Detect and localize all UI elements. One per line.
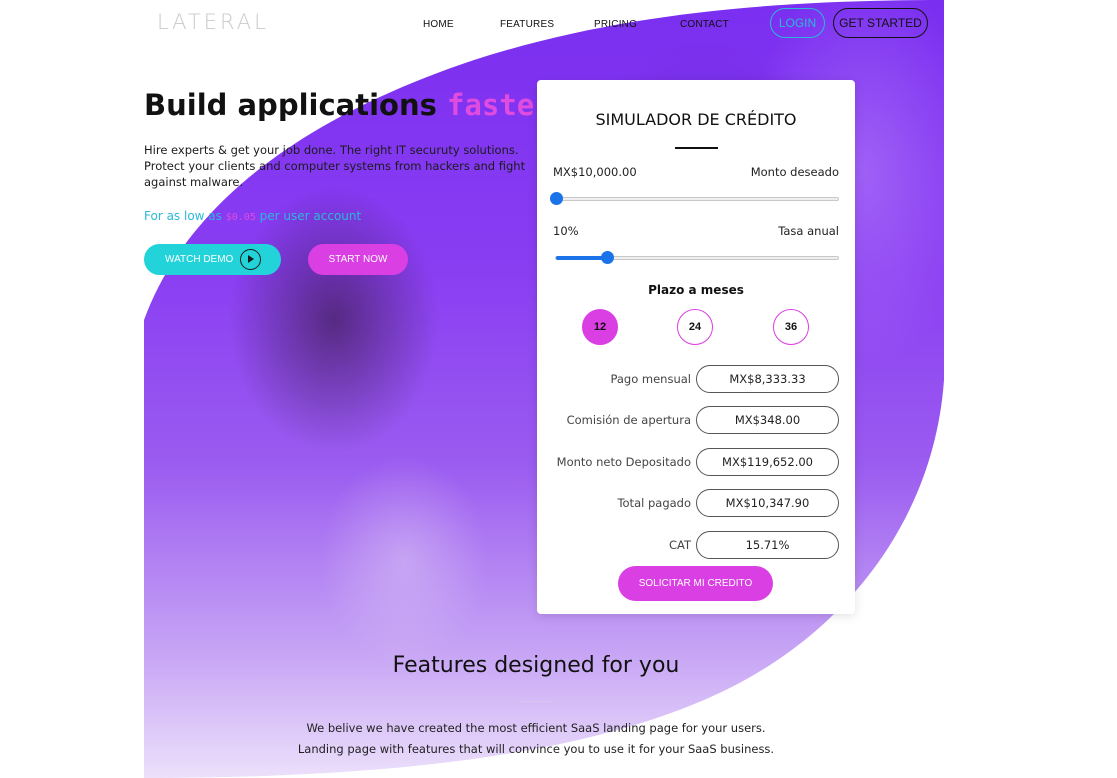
hero-description: Hire experts & get your job done. The ri… bbox=[144, 143, 526, 189]
price-prefix: For as low as bbox=[144, 209, 222, 223]
opening-fee-label: Comisión de apertura bbox=[566, 413, 691, 427]
term-option-36[interactable]: 36 bbox=[773, 309, 809, 345]
features-title: Features designed for you bbox=[392, 653, 680, 678]
watch-demo-button[interactable]: WATCH DEMO bbox=[144, 244, 281, 275]
rate-slider[interactable] bbox=[555, 251, 839, 264]
nav-link-contact[interactable]: CONTACT bbox=[680, 19, 729, 30]
amount-value: MX$10,000.00 bbox=[553, 165, 637, 179]
amount-slider-thumb[interactable] bbox=[550, 192, 563, 205]
rate-label: Tasa anual bbox=[778, 224, 839, 238]
term-option-24[interactable]: 24 bbox=[677, 309, 713, 345]
nav-link-pricing[interactable]: PRICING bbox=[594, 19, 637, 30]
simulator-title: SIMULADOR DE CRÉDITO bbox=[595, 110, 797, 129]
price-suffix: per user account bbox=[259, 209, 362, 223]
monthly-payment-field: MX$8,333.33 bbox=[696, 365, 839, 393]
title-divider bbox=[675, 147, 718, 149]
login-button[interactable]: LOGIN bbox=[770, 8, 825, 38]
play-icon bbox=[240, 249, 261, 270]
start-now-button[interactable]: START NOW bbox=[308, 244, 408, 275]
term-option-12[interactable]: 12 bbox=[582, 309, 618, 345]
hero-title: Build applications faster bbox=[144, 88, 552, 122]
amount-slider[interactable] bbox=[550, 192, 839, 205]
total-paid-field: MX$10,347.90 bbox=[696, 489, 839, 517]
net-deposit-label: Monto neto Depositado bbox=[556, 455, 691, 469]
credit-simulator-card: SIMULADOR DE CRÉDITO MX$10,000.00 Monto … bbox=[537, 80, 855, 614]
net-deposit-field: MX$119,652.00 bbox=[696, 448, 839, 476]
cat-label: CAT bbox=[668, 538, 691, 552]
opening-fee-field: MX$348.00 bbox=[696, 406, 839, 434]
hero-title-main: Build applications bbox=[144, 88, 437, 122]
features-divider bbox=[517, 701, 555, 702]
amount-label: Monto deseado bbox=[750, 165, 839, 179]
request-credit-button[interactable]: SOLICITAR MI CREDITO bbox=[618, 566, 773, 601]
price-line: For as low as $0.05 per user account bbox=[144, 209, 361, 223]
total-paid-label: Total pagado bbox=[617, 496, 691, 510]
rate-slider-fill bbox=[556, 256, 607, 260]
nav-link-features[interactable]: FEATURES bbox=[500, 19, 554, 30]
rate-slider-thumb[interactable] bbox=[600, 251, 614, 264]
price-value: $0.05 bbox=[225, 212, 256, 223]
term-title: Plazo a meses bbox=[648, 283, 744, 297]
brand-logo[interactable]: LATERAL bbox=[157, 10, 269, 34]
watch-demo-label: WATCH DEMO bbox=[165, 254, 234, 265]
nav-link-home[interactable]: HOME bbox=[423, 19, 454, 30]
cat-field: 15.71% bbox=[696, 531, 839, 559]
monthly-payment-label: Pago mensual bbox=[610, 372, 691, 386]
rate-value: 10% bbox=[553, 224, 579, 238]
get-started-button[interactable]: GET STARTED bbox=[833, 8, 928, 38]
features-description: We belive we have created the most effic… bbox=[297, 721, 775, 756]
